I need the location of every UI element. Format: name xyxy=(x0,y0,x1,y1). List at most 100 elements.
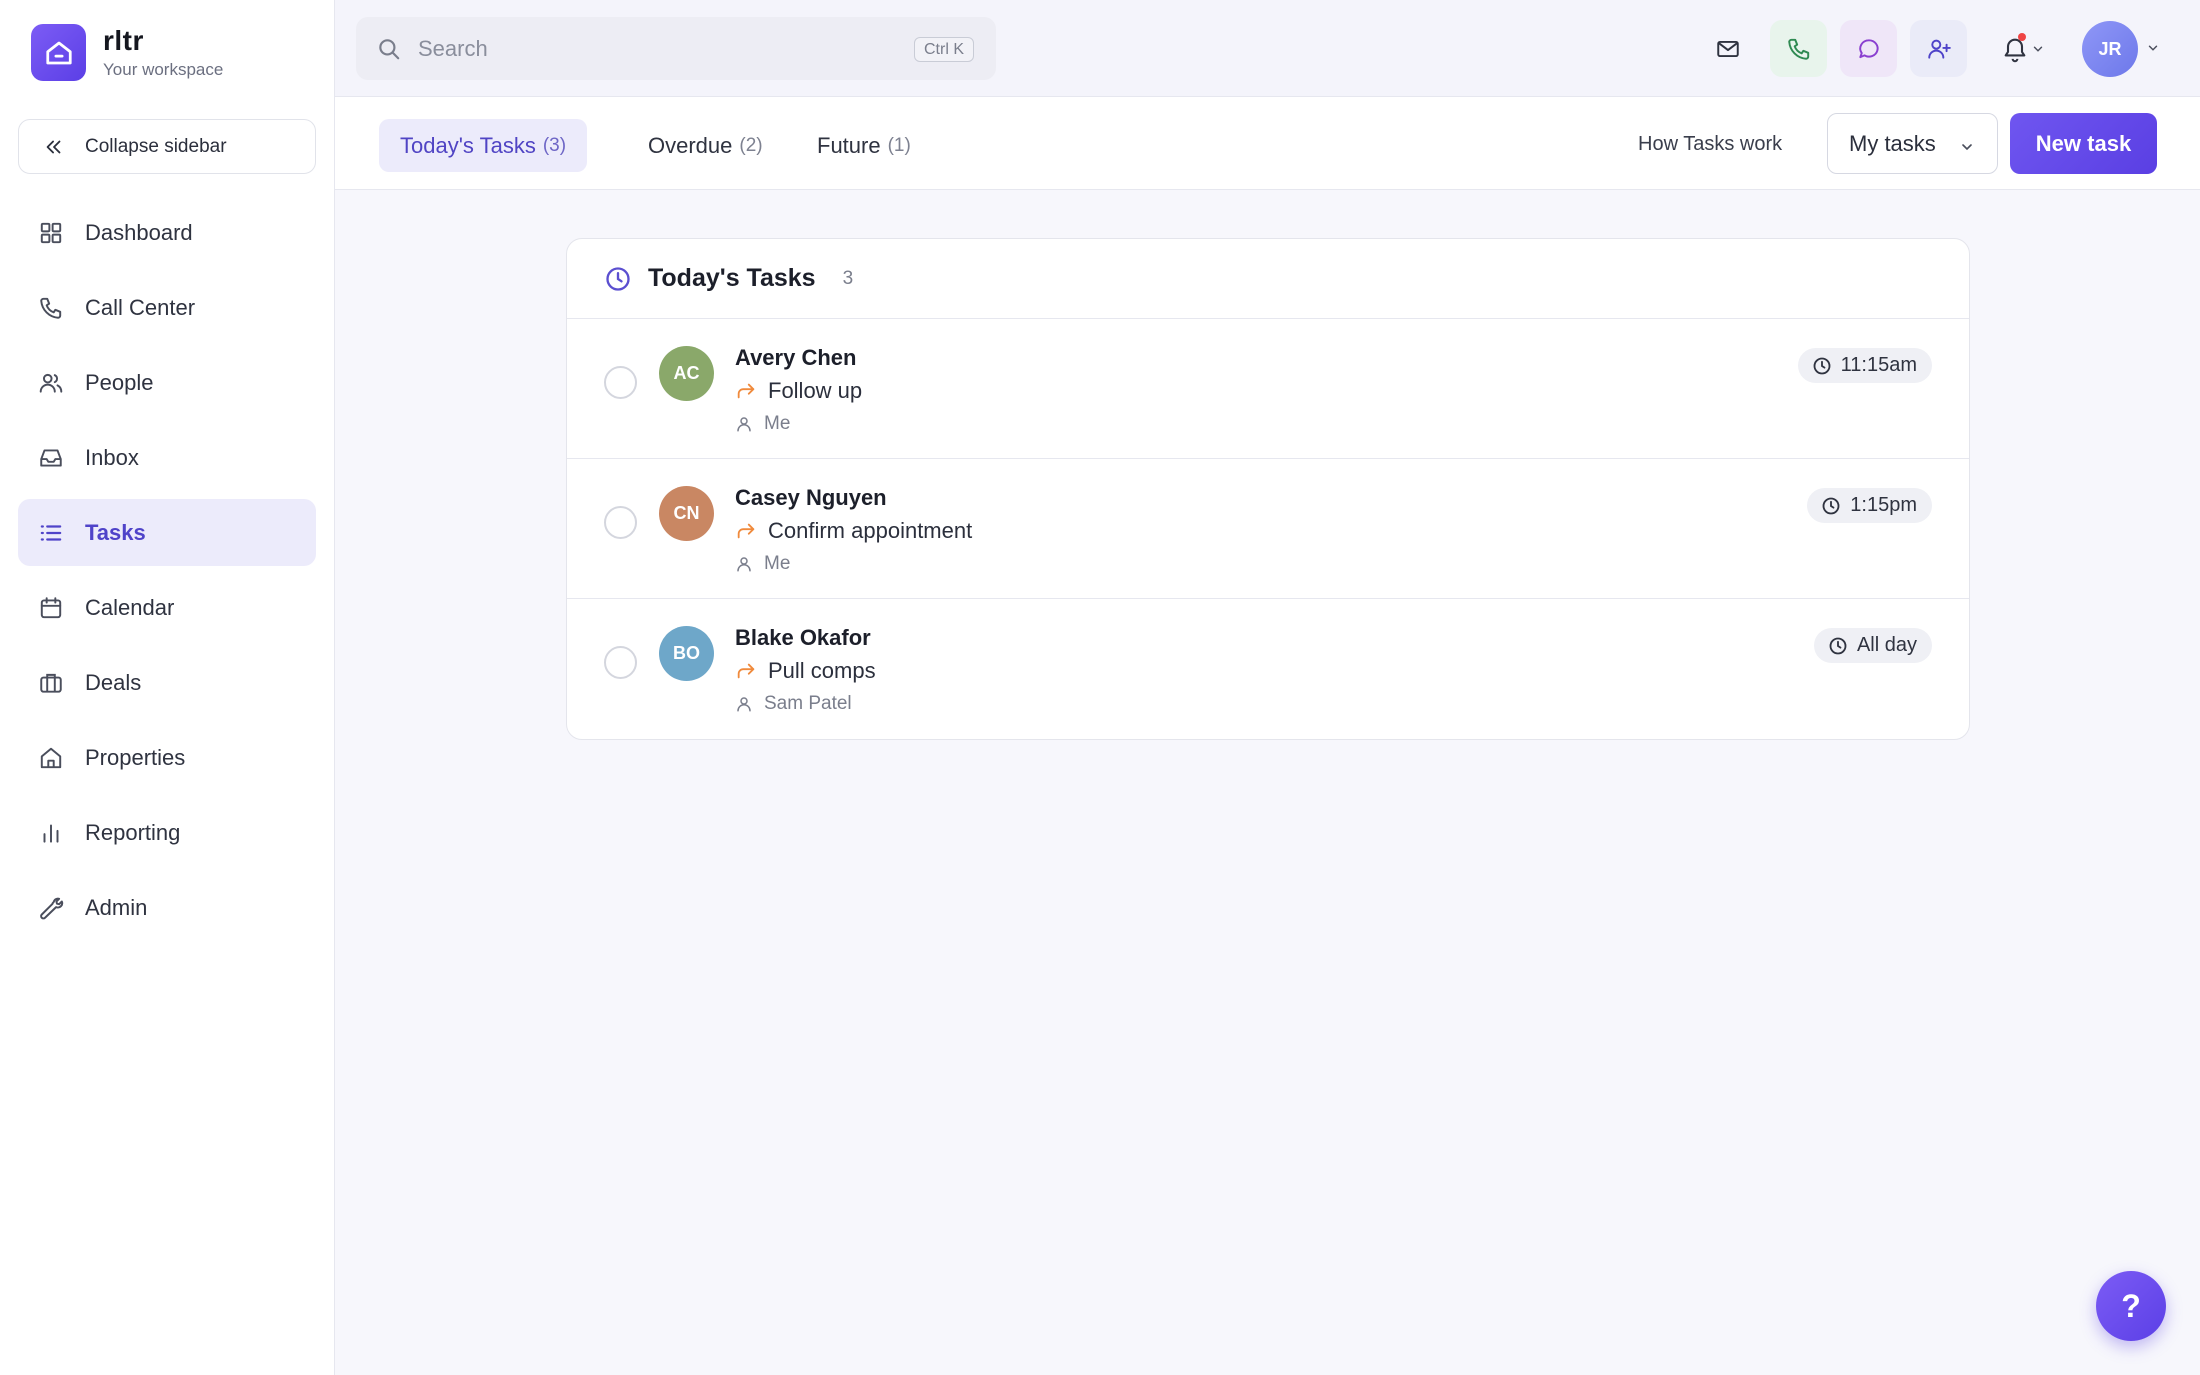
how-tasks-work-link[interactable]: How Tasks work xyxy=(1638,133,1782,156)
brand-subtitle: Your workspace xyxy=(103,60,224,79)
tab-label: Future xyxy=(817,132,881,158)
forward-arrow-icon xyxy=(737,523,755,539)
chevron-down-icon xyxy=(1962,144,1972,151)
task-row[interactable]: BO Blake Okafor Pull comps Sam Patel All… xyxy=(567,599,1969,739)
task-assignee: Me xyxy=(735,553,790,575)
brand-name: rltr xyxy=(103,25,144,56)
brand[interactable]: rltr Your workspace xyxy=(31,24,223,81)
card-title: Today's Tasks xyxy=(648,264,816,292)
wrench-icon xyxy=(40,897,64,919)
task-contact-name[interactable]: Avery Chen xyxy=(735,345,856,371)
tab-count: (2) xyxy=(739,134,763,156)
collapse-sidebar-button[interactable]: Collapse sidebar xyxy=(18,119,316,174)
phone-icon xyxy=(1787,38,1809,60)
task-type: Follow up xyxy=(735,378,862,404)
inbox-icon xyxy=(40,448,62,467)
task-assignee-label: Me xyxy=(764,553,791,574)
sidebar-item-calendar[interactable]: Calendar xyxy=(18,574,316,641)
sidebar-item-label: Properties xyxy=(85,744,186,770)
add-contact-button[interactable] xyxy=(1910,20,1967,77)
sidebar-nav: Dashboard Call Center People Inbox Tasks… xyxy=(18,199,316,949)
sidebar-item-dashboard[interactable]: Dashboard xyxy=(18,199,316,266)
sidebar-item-properties[interactable]: Properties xyxy=(18,724,316,791)
sidebar-item-admin[interactable]: Admin xyxy=(18,874,316,941)
briefcase-icon xyxy=(40,673,62,693)
tab-label: Overdue xyxy=(648,132,733,158)
avatar[interactable]: CN xyxy=(659,486,714,541)
search-input[interactable] xyxy=(418,35,888,62)
sidebar: rltr Your workspace Collapse sidebar Das… xyxy=(0,0,335,1375)
sidebar-item-label: Admin xyxy=(85,894,148,920)
task-row[interactable]: CN Casey Nguyen Confirm appointment Me 1… xyxy=(567,459,1969,599)
clock-icon xyxy=(1822,497,1840,514)
task-time-label: 11:15am xyxy=(1840,354,1917,376)
sidebar-item-reporting[interactable]: Reporting xyxy=(18,799,316,866)
help-button[interactable]: ? xyxy=(2096,1271,2166,1341)
tab-count: (3) xyxy=(542,134,567,156)
sidebar-item-label: People xyxy=(85,369,154,395)
forward-arrow-icon xyxy=(737,663,755,679)
card-header: Today's Tasks 3 xyxy=(567,239,1969,319)
sidebar-item-deals[interactable]: Deals xyxy=(18,649,316,716)
task-time-badge: 11:15am xyxy=(1797,348,1932,383)
sidebar-item-label: Call Center xyxy=(85,294,196,320)
task-assignee-label: Me xyxy=(764,413,791,434)
task-complete-checkbox[interactable] xyxy=(604,366,637,399)
task-type-label: Pull comps xyxy=(768,658,876,683)
collapse-sidebar-label: Collapse sidebar xyxy=(85,135,227,157)
task-filter-dropdown[interactable]: My tasks xyxy=(1827,113,1998,174)
house-icon xyxy=(31,24,86,81)
search-icon xyxy=(379,38,400,59)
task-complete-checkbox[interactable] xyxy=(604,646,637,679)
chat-icon xyxy=(1858,38,1879,58)
avatar[interactable]: BO xyxy=(659,626,714,681)
tasks-toolbar: Today's Tasks (3) Overdue (2) Future (1)… xyxy=(335,97,2200,190)
phone-icon xyxy=(40,297,62,319)
notification-dot xyxy=(2018,33,2026,41)
chevron-down-icon[interactable] xyxy=(2146,41,2160,55)
task-time-label: 1:15pm xyxy=(1850,494,1917,516)
task-complete-checkbox[interactable] xyxy=(604,506,637,539)
sidebar-item-label: Tasks xyxy=(85,519,146,545)
forward-arrow-icon xyxy=(737,383,755,399)
tab-overdue[interactable]: Overdue (2) xyxy=(627,119,784,172)
new-task-button[interactable]: New task xyxy=(2010,113,2157,174)
tab-todays-tasks[interactable]: Today's Tasks (3) xyxy=(379,119,588,172)
task-contact-name[interactable]: Blake Okafor xyxy=(735,625,871,651)
list-icon xyxy=(40,524,62,541)
clock-icon xyxy=(1813,357,1831,374)
mail-icon xyxy=(1716,40,1739,57)
user-icon xyxy=(737,417,751,432)
sidebar-item-inbox[interactable]: Inbox xyxy=(18,424,316,491)
tab-future[interactable]: Future (1) xyxy=(796,119,932,172)
user-avatar[interactable]: JR xyxy=(2082,21,2138,77)
clock-icon xyxy=(1829,637,1847,654)
chat-button[interactable] xyxy=(1840,20,1897,77)
email-button[interactable] xyxy=(1699,20,1756,77)
task-filter-label: My tasks xyxy=(1849,130,1936,156)
user-icon xyxy=(737,557,751,572)
sidebar-item-tasks[interactable]: Tasks xyxy=(18,499,316,566)
sidebar-item-people[interactable]: People xyxy=(18,349,316,416)
task-row[interactable]: AC Avery Chen Follow up Me 11:15am xyxy=(567,319,1969,459)
top-bar: Ctrl K JR xyxy=(335,0,2200,97)
sidebar-item-label: Calendar xyxy=(85,594,175,620)
notifications-button[interactable] xyxy=(1986,20,2056,77)
avatar[interactable]: AC xyxy=(659,346,714,401)
todays-tasks-card: Today's Tasks 3 AC Avery Chen Follow up … xyxy=(566,238,1970,740)
task-type: Confirm appointment xyxy=(735,518,972,544)
card-count: 3 xyxy=(842,267,854,289)
task-contact-name[interactable]: Casey Nguyen xyxy=(735,485,887,511)
grid-icon xyxy=(40,222,62,243)
user-icon xyxy=(737,697,751,712)
clock-icon xyxy=(606,266,630,291)
task-assignee: Me xyxy=(735,413,790,435)
user-plus-icon xyxy=(1927,39,1951,59)
chevron-down-icon xyxy=(2033,46,2043,52)
sidebar-item-call-center[interactable]: Call Center xyxy=(18,274,316,341)
task-assignee-label: Sam Patel xyxy=(764,693,852,714)
sidebar-item-label: Reporting xyxy=(85,819,181,845)
users-icon xyxy=(39,373,63,393)
call-button[interactable] xyxy=(1770,20,1827,77)
search-box[interactable]: Ctrl K xyxy=(356,17,996,80)
